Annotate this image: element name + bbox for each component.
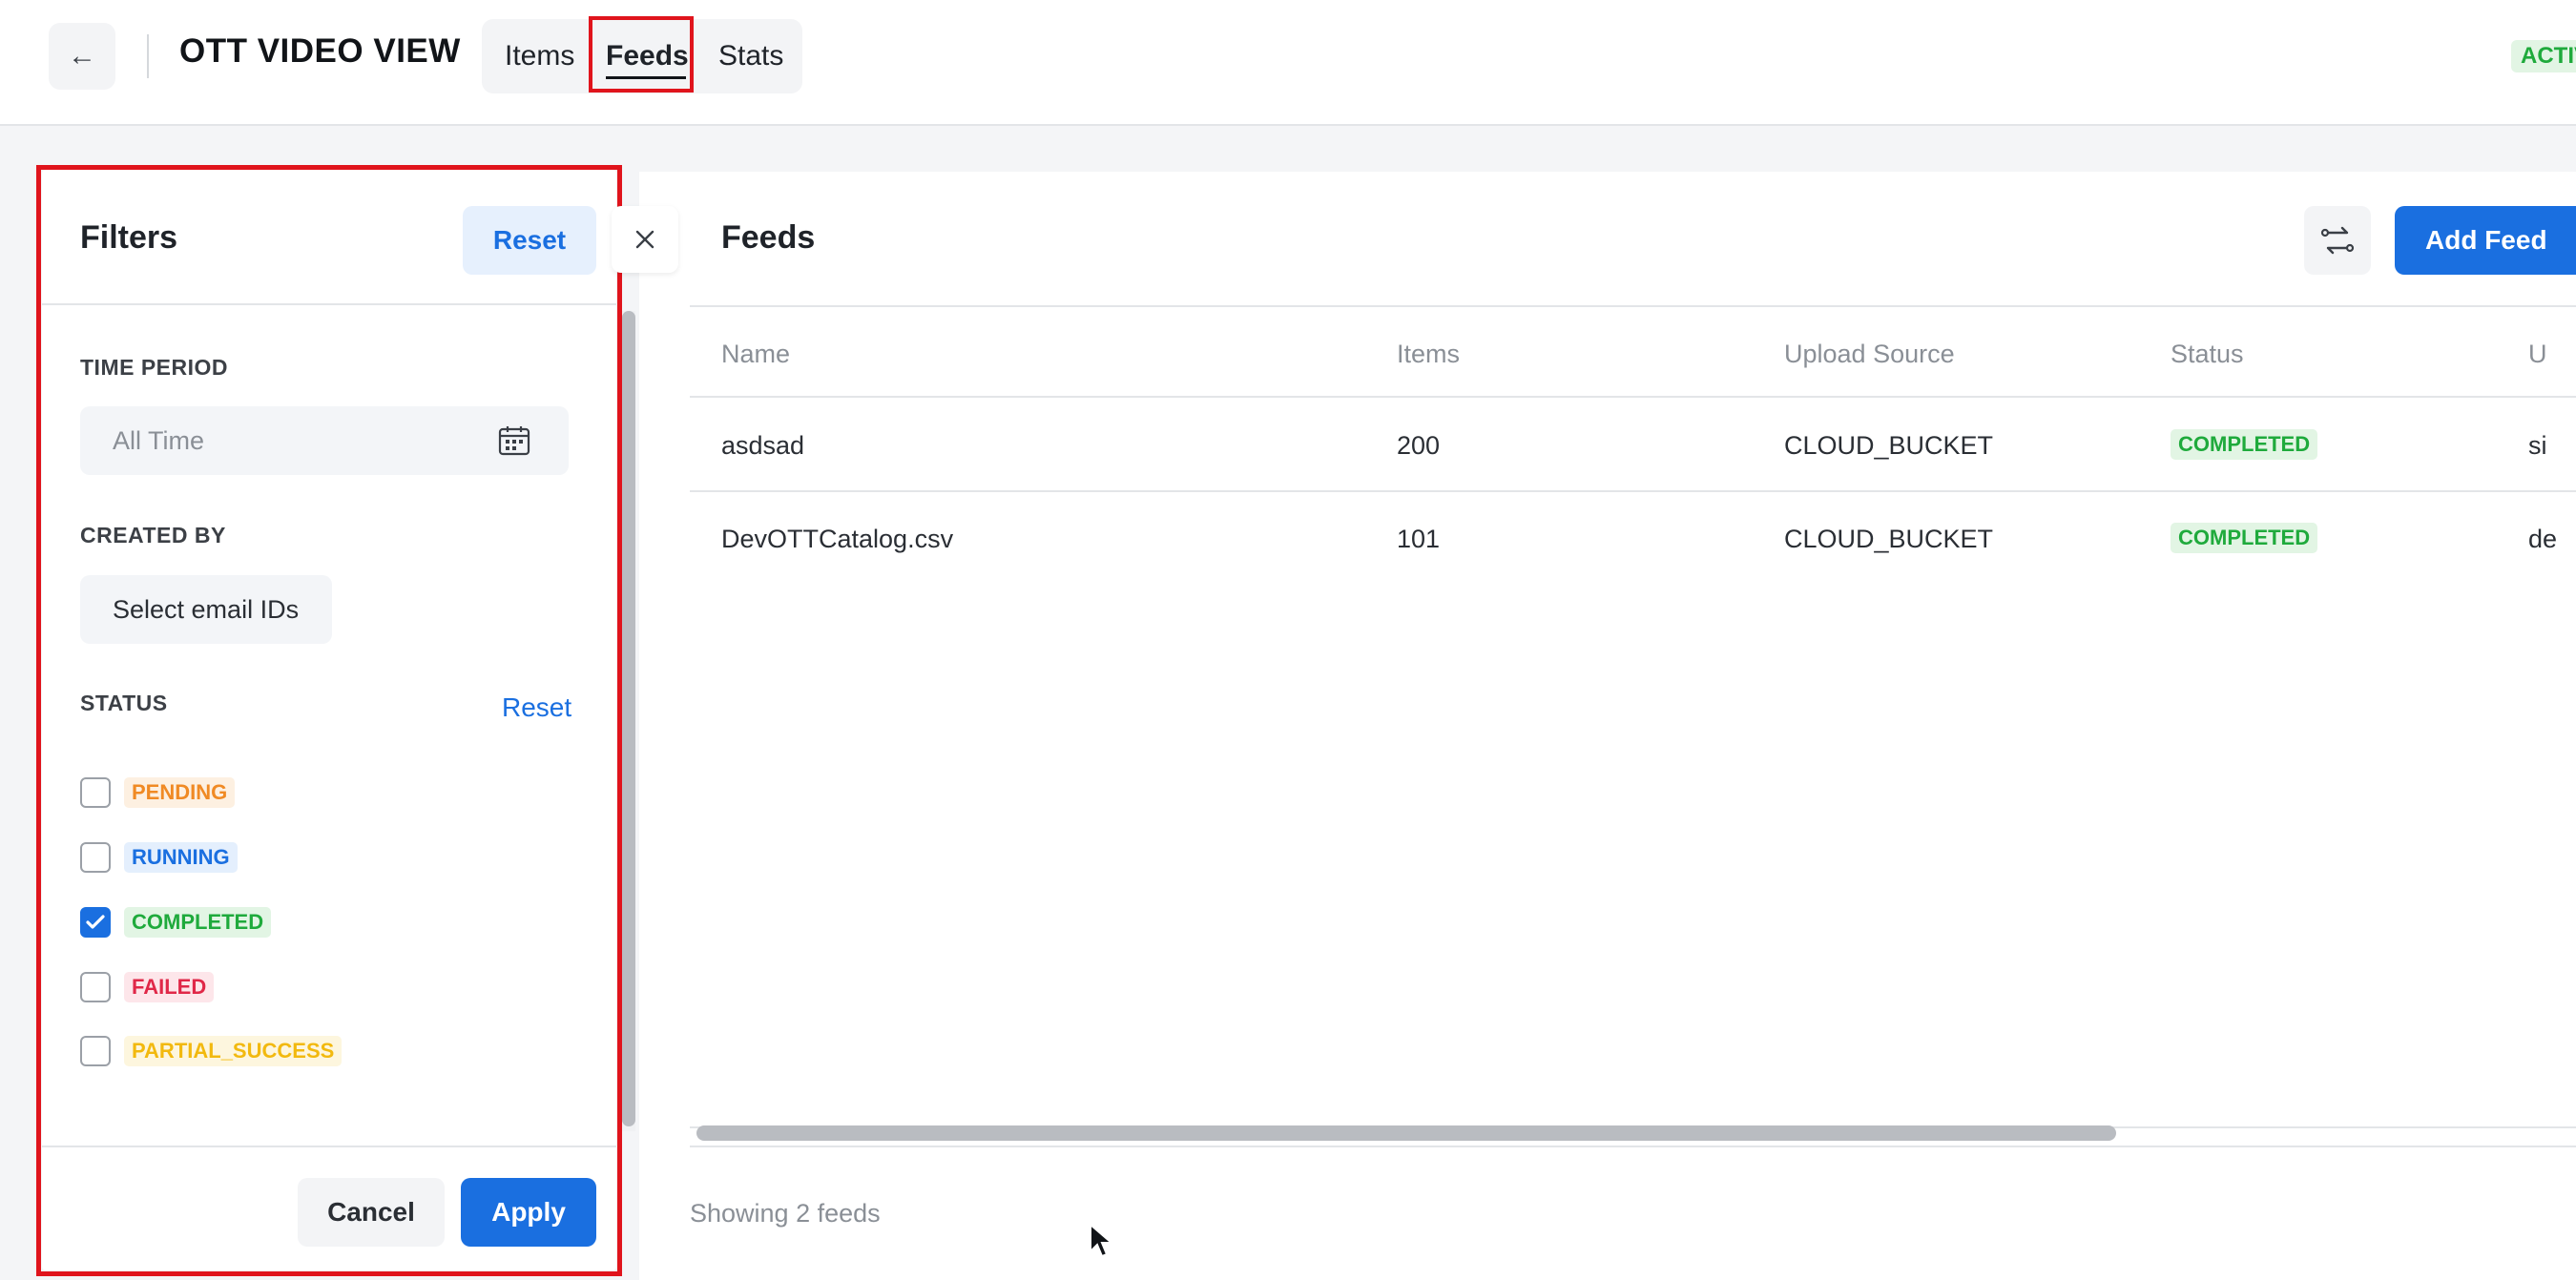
feeds-panel: Feeds Add Feed Name Items Upload Source … bbox=[639, 172, 2576, 1280]
calendar-icon bbox=[498, 426, 530, 456]
header-divider bbox=[147, 34, 149, 78]
created-by-label: CREATED BY bbox=[80, 523, 226, 547]
feed-items: 200 bbox=[1397, 431, 1441, 460]
table-footer-divider bbox=[690, 1146, 2576, 1147]
table-header-divider bbox=[690, 396, 2576, 398]
apply-button[interactable]: Apply bbox=[461, 1178, 596, 1247]
feed-status-badge: COMPLETED bbox=[2171, 523, 2318, 553]
feeds-tab-highlight bbox=[589, 16, 694, 93]
reset-filters-button[interactable]: Reset bbox=[463, 206, 596, 275]
partial-success-checkbox[interactable] bbox=[80, 1036, 111, 1066]
feed-items: 101 bbox=[1397, 525, 1441, 553]
top-header: ← OTT VIDEO VIEW Items Feeds Stats ACTIV… bbox=[0, 0, 2576, 126]
pending-checkbox[interactable] bbox=[80, 777, 111, 808]
created-by-placeholder: Select email IDs bbox=[113, 595, 300, 624]
column-header-upload-source[interactable]: Upload Source bbox=[1784, 340, 1955, 369]
time-period-label: TIME PERIOD bbox=[80, 355, 229, 380]
created-by-select[interactable]: Select email IDs bbox=[80, 575, 332, 644]
pending-tag: PENDING bbox=[124, 777, 236, 808]
feeds-title: Feeds bbox=[721, 219, 816, 256]
back-button[interactable]: ← bbox=[49, 23, 115, 90]
time-period-input[interactable]: All Time bbox=[80, 406, 569, 475]
failed-tag: FAILED bbox=[124, 972, 215, 1002]
running-checkbox[interactable] bbox=[80, 842, 111, 873]
tab-items[interactable]: Items bbox=[505, 40, 574, 72]
add-feed-button[interactable]: Add Feed bbox=[2395, 206, 2576, 275]
close-filters-button[interactable] bbox=[612, 206, 678, 273]
running-tag: RUNNING bbox=[124, 842, 238, 873]
feeds-header-divider bbox=[690, 305, 2576, 307]
completed-tag: COMPLETED bbox=[124, 907, 272, 938]
sync-button[interactable] bbox=[2304, 206, 2371, 275]
column-header-name[interactable]: Name bbox=[721, 340, 790, 369]
checkmark-icon bbox=[86, 915, 105, 929]
mouse-cursor-icon bbox=[1090, 1223, 1113, 1258]
reset-status-link[interactable]: Reset bbox=[502, 692, 571, 723]
feed-upload-source: CLOUD_BUCKET bbox=[1784, 431, 1994, 460]
filters-title: Filters bbox=[80, 219, 178, 256]
completed-checkbox[interactable] bbox=[80, 907, 111, 938]
partial-success-tag: PARTIAL_SUCCESS bbox=[124, 1036, 343, 1066]
feed-name[interactable]: asdsad bbox=[721, 431, 804, 461]
table-horizontal-scrollbar-thumb[interactable] bbox=[696, 1125, 2116, 1141]
status-label: STATUS bbox=[80, 691, 168, 715]
filters-footer-divider bbox=[42, 1146, 616, 1147]
cancel-button[interactable]: Cancel bbox=[298, 1178, 445, 1247]
status-badge: ACTIVE bbox=[2511, 40, 2576, 72]
column-header-status[interactable]: Status bbox=[2171, 340, 2244, 369]
status-option-partial-success[interactable]: PARTIAL_SUCCESS bbox=[80, 1034, 343, 1068]
time-period-placeholder: All Time bbox=[113, 426, 205, 455]
row-divider bbox=[690, 490, 2576, 492]
status-option-failed[interactable]: FAILED bbox=[80, 970, 215, 1004]
tab-stats[interactable]: Stats bbox=[718, 40, 783, 72]
column-header-uploaded-by[interactable]: U bbox=[2528, 340, 2576, 369]
page-title: OTT VIDEO VIEW bbox=[179, 32, 461, 70]
status-option-pending[interactable]: PENDING bbox=[80, 775, 236, 810]
sync-icon bbox=[2320, 226, 2355, 255]
column-header-items[interactable]: Items bbox=[1397, 340, 1460, 369]
feed-status-badge: COMPLETED bbox=[2171, 429, 2318, 460]
arrow-left-icon: ← bbox=[68, 40, 96, 72]
filters-divider bbox=[42, 303, 616, 305]
filters-panel: Filters Reset TIME PERIOD All Time CREAT… bbox=[42, 170, 616, 1270]
feeds-count-text: Showing 2 feeds bbox=[690, 1199, 881, 1228]
status-option-running[interactable]: RUNNING bbox=[80, 840, 238, 875]
failed-checkbox[interactable] bbox=[80, 972, 111, 1002]
filters-scrollbar-thumb[interactable] bbox=[622, 311, 635, 1126]
close-icon bbox=[635, 230, 654, 249]
feed-upload-source: CLOUD_BUCKET bbox=[1784, 525, 1994, 553]
status-option-completed[interactable]: COMPLETED bbox=[80, 905, 272, 939]
feed-uploaded-by: si bbox=[2528, 431, 2547, 460]
feed-uploaded-by: de bbox=[2528, 525, 2558, 553]
feed-name[interactable]: DevOTTCatalog.csv bbox=[721, 525, 953, 554]
